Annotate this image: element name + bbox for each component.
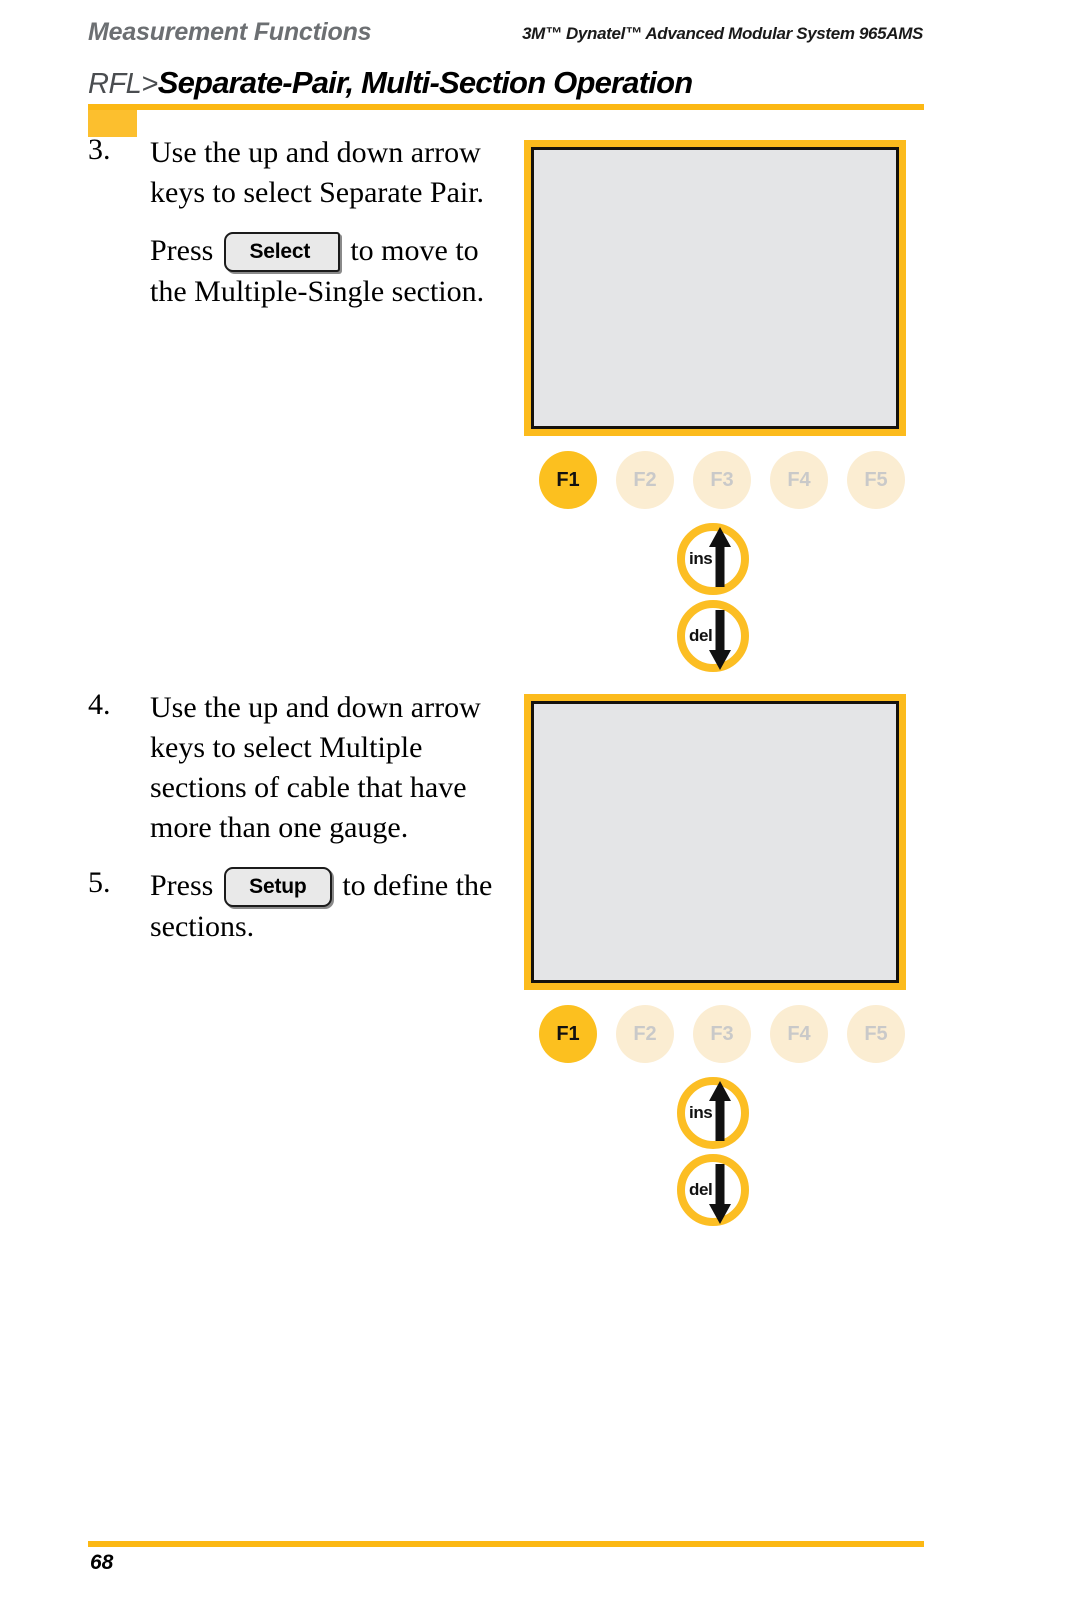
header-section-title: Measurement Functions bbox=[88, 18, 372, 46]
step-3-body: Use the up and down arrow keys to select… bbox=[150, 133, 540, 312]
lcd-screen-2 bbox=[534, 704, 896, 980]
del-down-arrow-key-2[interactable]: del bbox=[677, 1154, 749, 1226]
function-key-f5-2[interactable]: F5 bbox=[847, 1005, 905, 1063]
device-figure-2: F1 F2 F3 F4 F5 ins del bbox=[524, 694, 922, 1226]
step-3-press-prefix: Press bbox=[150, 234, 214, 267]
page-header: Measurement Functions 3M™ Dynatel™ Advan… bbox=[88, 18, 923, 52]
step-4-number: 4. bbox=[88, 688, 111, 721]
function-key-f3-2[interactable]: F3 bbox=[693, 1005, 751, 1063]
function-key-f3-1[interactable]: F3 bbox=[693, 451, 751, 509]
down-arrow-icon-1 bbox=[709, 610, 731, 670]
step-4-line-3: sections of cable that have bbox=[150, 771, 467, 804]
step-5-press-prefix: Press bbox=[150, 869, 214, 902]
function-key-f1-2[interactable]: F1 bbox=[539, 1005, 597, 1063]
document-page: Measurement Functions 3M™ Dynatel™ Advan… bbox=[0, 0, 1080, 1608]
step-4-line-2: keys to select Multiple bbox=[150, 731, 423, 764]
device-figure-1: F1 F2 F3 F4 F5 ins del bbox=[524, 140, 922, 672]
step-4-line-4: more than one gauge. bbox=[150, 811, 409, 844]
up-arrow-icon-1 bbox=[709, 527, 731, 587]
lcd-inner-border-1 bbox=[531, 147, 899, 429]
step-5-body: Press Setup to define the sections. bbox=[150, 866, 540, 947]
step-3-line-1: Use the up and down arrow bbox=[150, 136, 481, 169]
step-5-press-line-2: sections. bbox=[150, 910, 255, 943]
function-key-f5-1[interactable]: F5 bbox=[847, 451, 905, 509]
lcd-bezel-2 bbox=[524, 694, 906, 990]
lcd-bezel-1 bbox=[524, 140, 906, 436]
step-5-press-suffix: to define the bbox=[342, 869, 493, 902]
step-4-line-1: Use the up and down arrow bbox=[150, 691, 481, 724]
ins-up-arrow-key-1[interactable]: ins bbox=[677, 523, 749, 595]
header-product-title: 3M™ Dynatel™ Advanced Modular System 965… bbox=[522, 24, 923, 43]
down-arrow-icon-2 bbox=[709, 1164, 731, 1224]
title-divider-rule bbox=[88, 104, 924, 110]
function-key-f4-1[interactable]: F4 bbox=[770, 451, 828, 509]
step-5-number: 5. bbox=[88, 866, 111, 899]
up-arrow-icon-2 bbox=[709, 1081, 731, 1141]
step-3-number: 3. bbox=[88, 133, 111, 166]
select-key-button[interactable]: Select bbox=[223, 232, 340, 272]
function-key-f2-2[interactable]: F2 bbox=[616, 1005, 674, 1063]
function-key-f2-1[interactable]: F2 bbox=[616, 451, 674, 509]
step-5-press-line: Press Setup to define the bbox=[150, 866, 540, 907]
step-4-body: Use the up and down arrow keys to select… bbox=[150, 688, 540, 848]
page-number: 68 bbox=[90, 1551, 114, 1574]
page-title: RFL>Separate-Pair, Multi-Section Operati… bbox=[88, 65, 693, 101]
step-3-line-2: keys to select Separate Pair. bbox=[150, 176, 485, 209]
lcd-screen-1 bbox=[534, 150, 896, 426]
function-key-row-2: F1 F2 F3 F4 F5 bbox=[539, 1005, 909, 1065]
step-3-press-suffix: to move to bbox=[350, 234, 479, 267]
function-key-f1-1[interactable]: F1 bbox=[539, 451, 597, 509]
del-down-arrow-key-1[interactable]: del bbox=[677, 600, 749, 672]
setup-key-button[interactable]: Setup bbox=[223, 867, 332, 907]
page-title-prefix: RFL> bbox=[88, 68, 158, 100]
function-key-row-1: F1 F2 F3 F4 F5 bbox=[539, 451, 909, 511]
lcd-inner-border-2 bbox=[531, 701, 899, 983]
step-3-press-line-2: the Multiple-Single section. bbox=[150, 275, 485, 308]
footer-divider-rule bbox=[88, 1541, 924, 1547]
function-key-f4-2[interactable]: F4 bbox=[770, 1005, 828, 1063]
page-title-main: Separate-Pair, Multi-Section Operation bbox=[157, 65, 693, 100]
step-3-press-line: Press Select to move to bbox=[150, 231, 540, 272]
ins-up-arrow-key-2[interactable]: ins bbox=[677, 1077, 749, 1149]
